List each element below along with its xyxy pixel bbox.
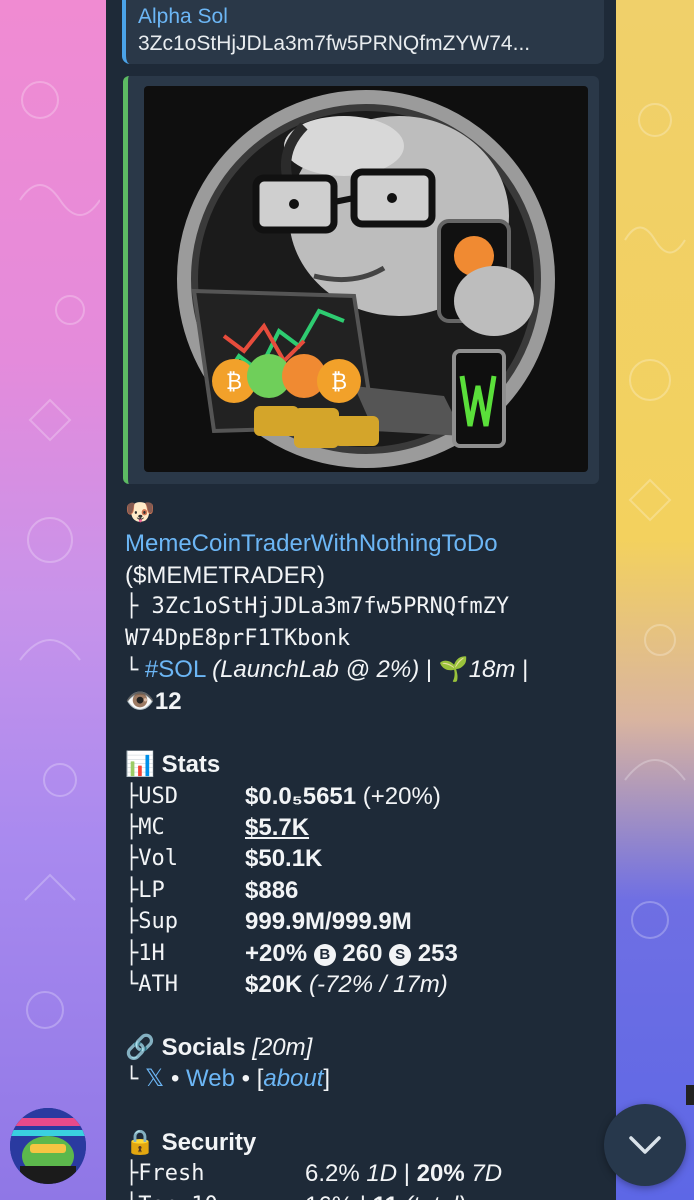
svg-text:₿: ₿ <box>331 370 347 395</box>
stat-row-ath: └ATH $20K (-72% / 17m) <box>125 969 605 1000</box>
scroll-to-bottom-button[interactable] <box>604 1104 686 1186</box>
frog-avatar-icon <box>10 1108 86 1184</box>
stat-value: $20K (-72% / 17m) <box>245 971 448 999</box>
message-text: 🐶 MemeCoinTraderWithNothingToDo ($MEMETR… <box>125 497 605 1200</box>
contract-address-part1[interactable]: 3Zc1oStHjJDLa3m7fw5PRNQfmZY <box>152 594 510 619</box>
stat-key: ├LP <box>125 877 165 903</box>
tree-end: └ <box>125 1067 139 1093</box>
stat-row-lp: ├LP $886 <box>125 875 605 906</box>
socials-age: [20m] <box>252 1033 313 1061</box>
contract-address-line1[interactable]: ├ 3Zc1oStHjJDLa3m7fw5PRNQfmZY <box>125 591 605 622</box>
socials-row: └ 𝕏 • Web • [about] <box>125 1063 605 1095</box>
security-row-top10: ├Top 10 16% | 11 (total) <box>125 1190 605 1200</box>
tree-branch: ├ <box>125 594 139 620</box>
separator: | <box>522 656 529 684</box>
stat-key: ├Sup <box>125 909 178 935</box>
stat-key: ├MC <box>125 815 165 841</box>
sender-avatar[interactable] <box>10 1108 86 1184</box>
buys-icon: B <box>313 943 336 966</box>
stat-key: └ATH <box>125 972 178 998</box>
token-image[interactable]: ₿ ₿ <box>144 86 588 472</box>
separator: | <box>425 656 433 684</box>
security-key: ├Fresh <box>125 1161 205 1187</box>
message-bubble[interactable]: Alpha Sol 3Zc1oStHjJDLa3m7fw5PRNQfmZYW74… <box>106 0 616 1200</box>
token-name-link[interactable]: MemeCoinTraderWithNothingToDo <box>125 528 605 559</box>
bracket: ] <box>323 1065 331 1093</box>
security-row-fresh: ├Fresh 6.2% 1D | 20% 7D <box>125 1158 605 1189</box>
chevron-down-icon <box>629 1136 661 1154</box>
security-header: 🔒 Security <box>125 1127 605 1158</box>
link-preview[interactable]: ₿ ₿ <box>123 76 599 484</box>
stat-value: $886 <box>245 876 299 904</box>
tree-end: └ <box>125 658 139 684</box>
socials-header: 🔗 Socials [20m] <box>125 1032 605 1063</box>
views-row: 👁️12 <box>125 686 605 717</box>
bullet: • <box>170 1065 180 1093</box>
reply-preview[interactable]: Alpha Sol 3Zc1oStHjJDLa3m7fw5PRNQfmZYW74… <box>122 0 604 64</box>
stat-value: $50.1K <box>245 845 323 873</box>
stat-row-supply: ├Sup 999.9M/999.9M <box>125 906 605 937</box>
security-value: 16% | 11 (total) <box>305 1190 466 1200</box>
stat-value: $0.0₅5651 (+20%) <box>245 782 441 810</box>
wallpaper-doodles-right <box>624 103 686 939</box>
launch-platform: (LaunchLab @ 2%) <box>212 656 420 684</box>
sells-icon: S <box>389 943 412 966</box>
stat-row-vol: ├Vol $50.1K <box>125 843 605 874</box>
stats-title: Stats <box>161 751 221 779</box>
stat-key: ├USD <box>125 783 178 809</box>
x-link[interactable]: 𝕏 <box>145 1065 164 1092</box>
stat-value: 999.9M/999.9M <box>245 908 412 936</box>
svg-text:₿: ₿ <box>226 370 242 395</box>
link-icon: 🔗 <box>125 1033 155 1061</box>
security-title: Security <box>161 1129 257 1157</box>
stats-header: 📊 Stats <box>125 749 605 780</box>
socials-title: Socials <box>161 1033 246 1061</box>
reply-sender-name: Alpha Sol <box>138 5 228 28</box>
buy-count: 260 <box>342 939 383 967</box>
view-count: 12 <box>154 688 182 716</box>
eye-icon: 👁️ <box>125 688 155 716</box>
stat-row-usd: ├USD $0.0₅5651 (+20%) <box>125 781 605 812</box>
security-value: 6.2% 1D | 20% 7D <box>305 1160 503 1188</box>
web-link[interactable]: Web <box>186 1065 235 1092</box>
stat-key: ├1H <box>125 940 165 966</box>
chain-info-row: └ #SOL (LaunchLab @ 2%) | 🌱18m | <box>125 654 605 686</box>
token-illustration: ₿ ₿ <box>177 90 555 468</box>
lock-icon: 🔒 <box>125 1129 155 1157</box>
market-cap-link[interactable]: $5.7K <box>245 812 309 843</box>
contract-address-part2[interactable]: W74DpE8prF1TKbonk <box>125 623 605 654</box>
security-key: ├Top 10 <box>125 1190 305 1200</box>
stat-row-mc: ├MC $5.7K <box>125 812 605 843</box>
sell-count: 253 <box>417 939 458 967</box>
stat-value: +20% B 260 S 253 <box>245 939 458 967</box>
scroll-indicator <box>686 1085 694 1105</box>
reply-snippet: 3Zc1oStHjJDLa3m7fw5PRNQfmZYW74... <box>138 32 531 55</box>
bullet: • <box>241 1065 251 1093</box>
token-ticker: ($MEMETRADER) <box>125 561 326 589</box>
about-link[interactable]: about <box>263 1065 323 1092</box>
wallpaper-doodles-left <box>19 81 100 1029</box>
chain-hashtag[interactable]: #SOL <box>145 656 205 683</box>
seedling-icon: 🌱 <box>438 656 469 684</box>
stat-row-1h: ├1H +20% B 260 S 253 <box>125 938 605 969</box>
token-emoji: 🐶 <box>125 499 155 526</box>
token-age: 18m <box>468 656 516 684</box>
chart-icon: 📊 <box>125 751 155 779</box>
stat-key: ├Vol <box>125 846 178 872</box>
